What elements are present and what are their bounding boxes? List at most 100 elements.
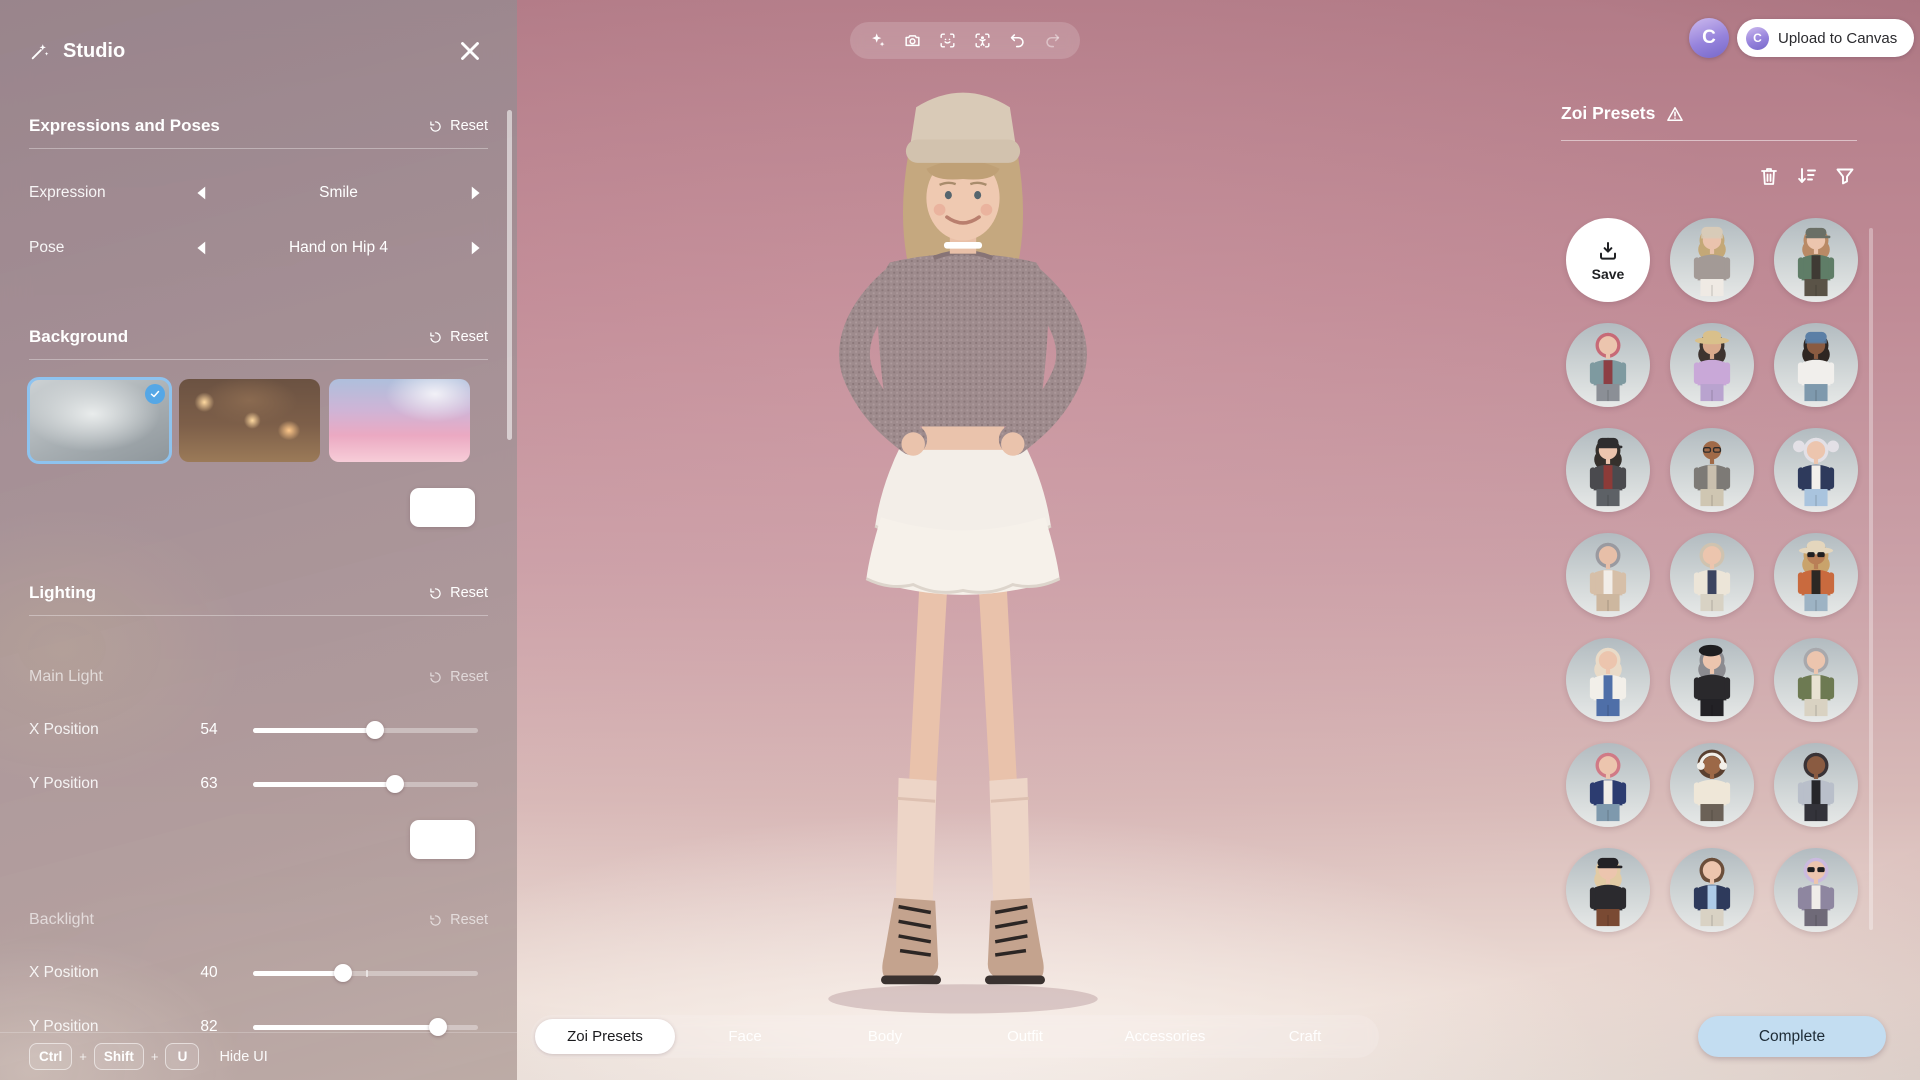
background-section: Background Reset: [0, 327, 517, 527]
face-capture-button[interactable]: [930, 22, 965, 59]
sparkles-icon: [868, 31, 887, 50]
presets-scrollbar[interactable]: [1869, 228, 1873, 930]
lighting-reset-button[interactable]: Reset: [428, 585, 488, 601]
slider-value: 54: [181, 721, 237, 739]
tab-zoi-presets[interactable]: Zoi Presets: [535, 1019, 675, 1054]
tab-accessories[interactable]: Accessories: [1095, 1019, 1235, 1054]
preset-windbreaker[interactable]: [1774, 848, 1858, 932]
preset-bomber[interactable]: [1670, 428, 1754, 512]
trash-icon: [1757, 164, 1781, 188]
preset-gray-knit[interactable]: [1670, 218, 1754, 302]
preset-black-coat[interactable]: [1670, 638, 1754, 722]
top-toolbar: [850, 22, 1080, 59]
next-pose-button[interactable]: [462, 237, 488, 259]
preset-navy-crop[interactable]: [1774, 428, 1858, 512]
pose-select-rows: ExpressionSmilePoseHand on Hip 4: [0, 182, 517, 259]
preset-grid: Save: [1566, 218, 1856, 932]
preset-color-block[interactable]: [1566, 323, 1650, 407]
preset-varsity[interactable]: [1566, 743, 1650, 827]
body-capture-button[interactable]: [965, 22, 1000, 59]
preset-sparkle-jacket[interactable]: [1774, 743, 1858, 827]
select-value: Smile: [215, 184, 462, 202]
light-group-title: Main Light: [29, 668, 103, 686]
select-label: Expression: [29, 184, 189, 202]
preset-military-jacket[interactable]: [1774, 638, 1858, 722]
presets-header: Zoi Presets: [1561, 103, 1857, 124]
keycap-u: U: [165, 1043, 199, 1070]
background-thumbnail-cozy-room[interactable]: [179, 379, 320, 462]
check-icon: [149, 388, 161, 400]
preset-navy-blazer[interactable]: [1670, 848, 1754, 932]
preset-headphones[interactable]: [1670, 743, 1754, 827]
prev-pose-button[interactable]: [189, 237, 215, 259]
preset-dark-vest[interactable]: [1566, 428, 1650, 512]
face-capture-icon: [938, 31, 957, 50]
trash-button[interactable]: [1757, 164, 1781, 188]
preset-white-jacket[interactable]: [1566, 638, 1650, 722]
preset-white-tee[interactable]: [1774, 323, 1858, 407]
slider-knob[interactable]: [386, 775, 404, 793]
preset-cream-cardigan[interactable]: [1670, 533, 1754, 617]
save-preset-button[interactable]: Save: [1566, 218, 1650, 302]
divider: [29, 148, 488, 149]
character-render: [758, 78, 1168, 1015]
shortcut-keys: Ctrl+Shift+U: [29, 1043, 199, 1070]
complete-button[interactable]: Complete: [1698, 1016, 1886, 1057]
lighting-title: Lighting: [29, 583, 96, 603]
light-color-swatch[interactable]: [410, 820, 475, 859]
redo-button[interactable]: [1035, 22, 1070, 59]
slider[interactable]: [253, 774, 478, 794]
prev-expression-button[interactable]: [189, 182, 215, 204]
sparkles-button[interactable]: [860, 22, 895, 59]
slider-knob[interactable]: [334, 964, 352, 982]
background-reset-button[interactable]: Reset: [428, 329, 488, 345]
slider-label: X Position: [29, 721, 181, 739]
close-panel-button[interactable]: [455, 36, 485, 66]
right-arrow-icon: [462, 237, 488, 259]
slider-knob[interactable]: [366, 721, 384, 739]
studio-panel-scrollbar[interactable]: [507, 110, 512, 440]
select-value: Hand on Hip 4: [215, 239, 462, 257]
tab-craft[interactable]: Craft: [1235, 1019, 1375, 1054]
light-group-reset-button[interactable]: Reset: [428, 669, 488, 685]
background-thumbnails: [29, 379, 488, 462]
reset-icon: [428, 670, 443, 685]
expressions-section: Expressions and Poses Reset: [0, 116, 517, 149]
preset-green-jacket[interactable]: [1774, 218, 1858, 302]
upload-to-canvas-button[interactable]: C Upload to Canvas: [1737, 19, 1914, 57]
light-group-reset-button[interactable]: Reset: [428, 912, 488, 928]
upload-label: Upload to Canvas: [1778, 30, 1897, 47]
light-group-main-light: Main LightResetX Position54Y Position63: [0, 668, 517, 859]
slider[interactable]: [253, 963, 478, 983]
background-thumbnail-studio-backdrop[interactable]: [29, 379, 170, 462]
preset-beige-dress[interactable]: [1566, 533, 1650, 617]
filter-button[interactable]: [1833, 164, 1857, 188]
slider-row-x-position: X Position40: [0, 963, 517, 983]
preset-lilac-dress[interactable]: [1670, 323, 1754, 407]
panel-title: Studio: [63, 40, 455, 63]
tab-outfit[interactable]: Outfit: [955, 1019, 1095, 1054]
canvas-logo-icon: C: [1746, 27, 1769, 50]
expressions-reset-button[interactable]: Reset: [428, 118, 488, 134]
app-logo-icon[interactable]: C: [1689, 18, 1729, 58]
background-color-swatch[interactable]: [410, 488, 475, 527]
undo-button[interactable]: [1000, 22, 1035, 59]
preset-orange-shirt[interactable]: [1774, 533, 1858, 617]
slider-value: 63: [181, 775, 237, 793]
reset-label: Reset: [450, 118, 488, 134]
reset-label: Reset: [450, 912, 488, 928]
presets-title: Zoi Presets: [1561, 103, 1655, 124]
tab-face[interactable]: Face: [675, 1019, 815, 1054]
next-expression-button[interactable]: [462, 182, 488, 204]
background-title: Background: [29, 327, 128, 347]
slider[interactable]: [253, 720, 478, 740]
camera-button[interactable]: [895, 22, 930, 59]
presets-tools: [1561, 164, 1857, 188]
background-thumbnail-pink-sky[interactable]: [329, 379, 470, 462]
reset-label: Reset: [450, 329, 488, 345]
lighting-section: Lighting Reset: [0, 583, 517, 616]
preset-leather-pants[interactable]: [1566, 848, 1650, 932]
sort-button[interactable]: [1795, 164, 1819, 188]
tab-body[interactable]: Body: [815, 1019, 955, 1054]
wand-icon: [29, 40, 51, 62]
